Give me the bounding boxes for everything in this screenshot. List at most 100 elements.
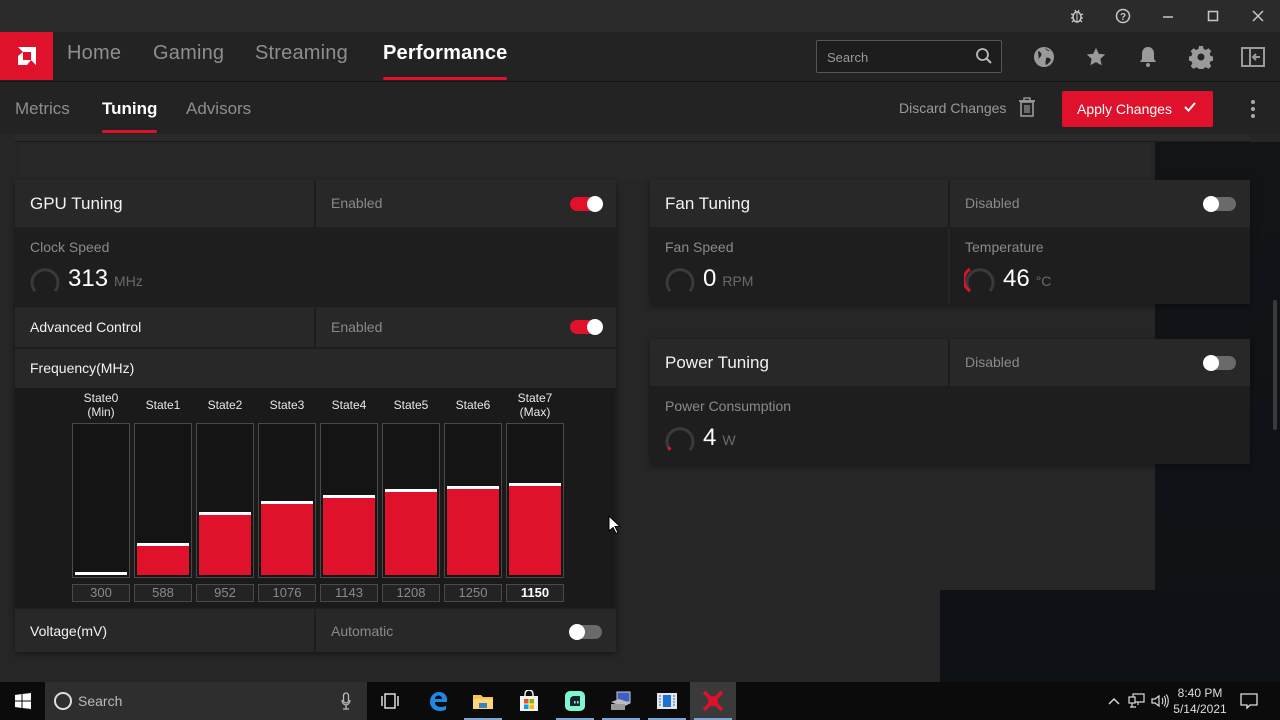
advanced-control-toggle[interactable] (570, 319, 603, 335)
state-slider-handle[interactable] (323, 495, 375, 498)
fan-speed-section: Fan Speed 0 RPM (650, 229, 950, 304)
state-value-input[interactable]: 300 (72, 584, 130, 602)
fan-tuning-toggle[interactable] (1203, 196, 1236, 212)
fan-speed-unit: RPM (722, 273, 754, 289)
state-slider-handle[interactable] (75, 572, 127, 575)
exit-panel-icon[interactable] (1240, 44, 1266, 70)
maximize-button[interactable] (1198, 4, 1228, 28)
state-slider-handle[interactable] (385, 489, 437, 492)
windows-logo-icon (14, 693, 31, 709)
state-slider[interactable] (134, 423, 192, 578)
state-slider[interactable] (72, 423, 130, 578)
bug-report-icon[interactable] (1062, 4, 1092, 28)
state-value-input[interactable]: 1143 (320, 584, 378, 602)
nav-tab-performance[interactable]: Performance (383, 42, 508, 80)
start-button[interactable] (0, 682, 45, 720)
state-slider-handle[interactable] (199, 512, 251, 515)
bell-icon[interactable] (1135, 44, 1161, 70)
state-value-input[interactable]: 588 (134, 584, 192, 602)
state-value-input[interactable]: 1208 (382, 584, 440, 602)
search-box[interactable] (816, 40, 1002, 73)
sub-tab-metrics[interactable]: Metrics (15, 99, 70, 133)
amd-logo[interactable] (0, 32, 53, 80)
minimize-button[interactable] (1153, 4, 1183, 28)
star-icon[interactable] (1083, 44, 1109, 70)
main-navigation: Home Gaming Streaming Performance (0, 32, 1280, 82)
task-view-icon[interactable] (367, 682, 413, 720)
state-name: State1 (145, 398, 181, 412)
nav-tab-home[interactable]: Home (67, 42, 121, 80)
nav-tab-gaming[interactable]: Gaming (153, 42, 224, 80)
voltage-toggle[interactable] (569, 624, 602, 640)
sub-tab-tuning[interactable]: Tuning (102, 99, 158, 133)
sub-tab-advisors[interactable]: Advisors (186, 99, 251, 133)
state-slider[interactable] (258, 423, 316, 578)
search-input[interactable] (827, 47, 967, 67)
state-slider-handle[interactable] (261, 501, 313, 504)
state-slider-fill (385, 492, 437, 575)
state-value-input[interactable]: 1150 (506, 584, 564, 602)
state-slider[interactable] (320, 423, 378, 578)
scrollbar[interactable] (1273, 300, 1277, 430)
gpu-tuning-title: GPU Tuning (30, 194, 123, 213)
state-slider[interactable] (196, 423, 254, 578)
state-slider[interactable] (382, 423, 440, 578)
amd-radeon-icon[interactable] (690, 682, 736, 720)
more-options-icon[interactable] (1246, 97, 1260, 121)
clock-speed-gauge (30, 268, 60, 292)
globe-icon[interactable] (1031, 44, 1057, 70)
nav-tab-streaming[interactable]: Streaming (255, 42, 348, 80)
state-slider-handle[interactable] (509, 483, 561, 486)
temperature-value: 46 (1003, 265, 1030, 292)
taskbar-search[interactable]: Search (45, 682, 367, 720)
temperature-gauge (964, 267, 995, 293)
power-consumption-gauge (665, 427, 695, 451)
apply-changes-label: Apply Changes (1077, 101, 1172, 117)
network-icon[interactable] (1126, 682, 1148, 720)
power-tuning-status: Disabled (965, 354, 1020, 370)
voltage-row: Voltage(mV) Automatic (15, 609, 616, 652)
system-clock[interactable]: 8:40 PM 5/14/2021 (1168, 685, 1232, 717)
gear-icon[interactable] (1188, 44, 1214, 70)
state-label: State1 (134, 398, 192, 412)
action-center-icon[interactable] (1238, 682, 1260, 720)
state-value-input[interactable]: 1076 (258, 584, 316, 602)
cortana-icon (54, 692, 72, 710)
state-slider[interactable] (444, 423, 502, 578)
state-slider-fill (261, 504, 313, 575)
temperature-section: Temperature 46 °C (952, 229, 1250, 304)
checkmark-icon (1183, 100, 1197, 117)
gpu-tuning-toggle[interactable] (570, 196, 603, 212)
edge-icon[interactable] (415, 682, 461, 720)
state-value-input[interactable]: 952 (196, 584, 254, 602)
streamlabs-icon[interactable] (552, 682, 598, 720)
search-icon[interactable] (975, 47, 993, 70)
power-consumption-value: 4 (703, 424, 717, 451)
file-explorer-icon[interactable] (460, 682, 506, 720)
state-label: State5 (382, 398, 440, 412)
fan-tuning-title: Fan Tuning (665, 194, 751, 213)
state-slider-handle[interactable] (137, 543, 189, 546)
microphone-icon[interactable] (341, 692, 351, 715)
gpu-tuning-header: GPU Tuning Enabled (15, 180, 616, 227)
trash-icon[interactable] (1018, 97, 1036, 122)
state-slider-handle[interactable] (447, 486, 499, 489)
fan-tuning-status: Disabled (965, 195, 1020, 211)
state-label: State3 (258, 398, 316, 412)
clock-speed-label: Clock Speed (30, 239, 110, 255)
show-hidden-icons-icon[interactable] (1106, 682, 1122, 720)
power-tuning-panel: Power Tuning Disabled Power Consumption … (650, 339, 1250, 464)
help-icon[interactable]: ? (1108, 4, 1138, 28)
discard-changes-button[interactable]: Discard Changes (899, 100, 1006, 116)
state-value-input[interactable]: 1250 (444, 584, 502, 602)
state-slider[interactable] (506, 423, 564, 578)
close-button[interactable] (1243, 4, 1273, 28)
clock-speed-section: Clock Speed 313 MHz (15, 229, 616, 305)
media-app-icon[interactable] (644, 682, 690, 720)
background-shade (940, 590, 1280, 682)
apply-changes-button[interactable]: Apply Changes (1062, 91, 1213, 127)
power-tuning-toggle[interactable] (1203, 355, 1236, 371)
volume-icon[interactable] (1150, 682, 1170, 720)
network-tool-icon[interactable] (598, 682, 644, 720)
store-icon[interactable] (506, 682, 552, 720)
